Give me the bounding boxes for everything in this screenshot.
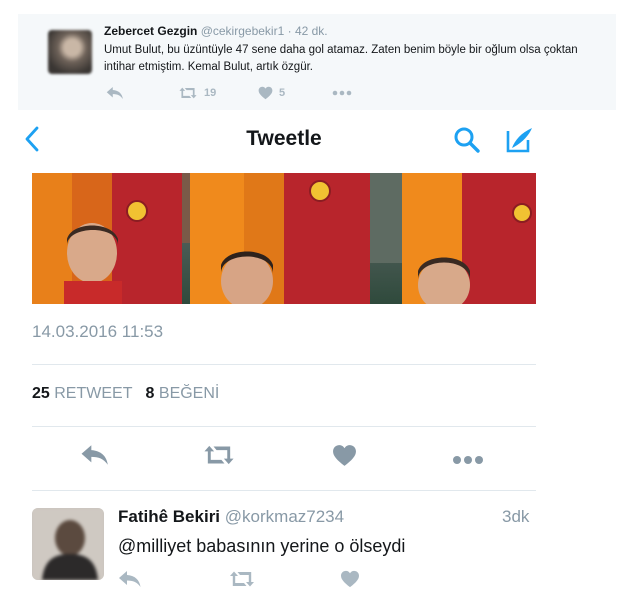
separator: · [287, 24, 292, 38]
likes-stat[interactable]: 8 BEĞENİ [146, 385, 220, 402]
like-button[interactable]: 5 [258, 86, 285, 100]
divider [32, 490, 536, 491]
more-button[interactable] [332, 90, 352, 96]
divider [32, 426, 536, 427]
tweet-time: 42 dk. [294, 24, 328, 38]
more-button[interactable] [452, 452, 484, 470]
search-button[interactable] [453, 126, 481, 159]
reply-header: Fatihê Bekiri @korkmaz7234 [118, 507, 344, 527]
compose-icon [506, 128, 532, 153]
reply-text: @milliyet babasının yerine o ölseydi [118, 536, 406, 556]
more-icon [453, 456, 483, 464]
reply-icon [106, 87, 123, 99]
reply-button[interactable] [80, 444, 110, 471]
tweet-stats: 25 RETWEET 8 BEĞENİ [32, 385, 219, 403]
reply-icon [119, 571, 141, 587]
like-button[interactable] [332, 444, 357, 472]
heart-icon [341, 570, 359, 588]
quoted-tweet-card[interactable]: Zebercet Gezgin @cekirgebekir1 · 42 dk. … [18, 14, 616, 110]
heart-icon [333, 445, 356, 466]
retweet-icon [204, 445, 234, 465]
reply-actions [118, 570, 438, 592]
avatar-image [32, 508, 104, 580]
tweet-photo[interactable] [32, 173, 536, 304]
tweet-header: Zebercet Gezgin @cekirgebekir1 · 42 dk. [104, 24, 328, 38]
reply-button[interactable] [118, 570, 142, 593]
avatar[interactable] [32, 508, 104, 580]
nav-bar: Tweetle [0, 118, 618, 162]
reply-time: 3dk [502, 507, 530, 526]
search-icon [454, 127, 480, 153]
divider [32, 364, 536, 365]
retweet-icon [179, 87, 197, 99]
tweet-text: Umut Bulut, bu üzüntüyle 47 sene daha go… [104, 44, 578, 73]
team-photo [32, 173, 536, 304]
reply-icon [81, 445, 108, 465]
like-count: 5 [279, 87, 286, 99]
retweet-count: 19 [204, 87, 217, 99]
tweet-actions [32, 440, 536, 474]
like-button[interactable] [340, 570, 360, 593]
more-icon [332, 90, 352, 96]
likes-label: BEĞENİ [158, 385, 220, 402]
tweet-actions: 19 5 [104, 86, 404, 104]
user-handle[interactable]: @cekirgebekir1 [201, 24, 285, 38]
retweets-label: RETWEET [54, 385, 133, 402]
retweet-button[interactable]: 19 [178, 86, 216, 100]
avatar[interactable] [48, 30, 92, 74]
heart-icon [258, 86, 273, 100]
retweet-icon [230, 571, 254, 587]
reply-button[interactable] [106, 86, 124, 100]
user-name[interactable]: Zebercet Gezgin [104, 24, 197, 38]
retweets-stat[interactable]: 25 RETWEET [32, 385, 137, 402]
likes-count: 8 [145, 385, 155, 402]
compose-button[interactable] [505, 126, 535, 159]
user-name[interactable]: Fatihê Bekiri [118, 507, 220, 526]
user-handle[interactable]: @korkmaz7234 [225, 507, 344, 526]
retweet-button[interactable] [202, 444, 236, 471]
tweet-timestamp: 14.03.2016 11:53 [32, 322, 164, 341]
retweet-button[interactable] [228, 570, 256, 593]
retweets-count: 25 [32, 385, 50, 402]
page-title: Tweetle [246, 127, 322, 150]
reply-tweet[interactable]: Fatihê Bekiri @korkmaz7234 3dk @milliyet… [0, 500, 618, 595]
